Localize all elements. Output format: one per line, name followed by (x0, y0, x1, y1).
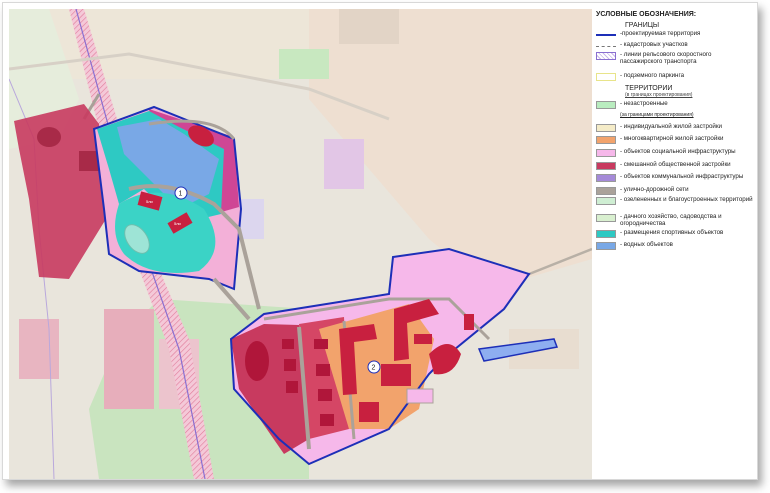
building (316, 364, 330, 376)
legend-label: - озелененных и благоустроенных территор… (620, 196, 753, 203)
legend-item-territory: - размещения спортивных объектов (596, 229, 754, 238)
building (414, 334, 432, 344)
territories-subheading: (в границах проектирования) (625, 92, 693, 98)
building (282, 339, 294, 349)
building (320, 414, 334, 426)
legend-swatch (596, 197, 616, 205)
legend-swatch (596, 124, 616, 132)
legend-swatch (596, 174, 616, 182)
area-marker-1[interactable]: 1 (174, 186, 188, 200)
building (464, 314, 474, 330)
building (314, 339, 328, 349)
legend-title: УСЛОВНЫЕ ОБОЗНАЧЕНИЯ: (596, 11, 697, 18)
legend-label: - улично-дорожной сети (620, 186, 689, 193)
legend-item-territory: - индивидуальной жилой застройки (596, 123, 754, 132)
legend-item-territory: (за границами проектирования) (596, 112, 754, 121)
building (245, 341, 269, 381)
legend-swatch (596, 136, 616, 144)
building (318, 389, 332, 401)
legend-label: - смешанной общественной застройки (620, 161, 731, 168)
map-frame: 5ли 5ли 1 2 УСЛОВНЫЕ ОБОЗНАЧЕНИЯ: ГРАНИЦ… (2, 2, 758, 480)
building (359, 402, 379, 422)
legend-item-territory: - дачного хозяйство, садоводства и огоро… (596, 213, 754, 227)
legend-swatch (596, 52, 616, 60)
legend-label: - дачного хозяйство, садоводства и огоро… (620, 213, 722, 227)
legend-item-territory: - водных объектов (596, 241, 754, 250)
basemap-block (279, 49, 329, 79)
legend-item-territory: - смешанной общественной застройки (596, 161, 754, 170)
legend-item-territory: - незастроенные (596, 100, 754, 109)
legend-swatch (596, 101, 616, 109)
svg-text:1: 1 (179, 191, 183, 198)
legend-label: - многоквартирной жилой застройки (620, 135, 724, 142)
area-marker-2[interactable]: 2 (367, 360, 381, 374)
legend-swatch (596, 242, 616, 250)
legend-item-parking: - подземного паркинга (596, 72, 754, 81)
legend-label: - незастроенные (620, 100, 668, 107)
legend-swatch (596, 46, 616, 47)
legend-item-rail: - линии рельсового скоростного пассажирс… (596, 51, 754, 65)
legend-swatch (596, 34, 616, 36)
legend-label: - индивидуальной жилой застройки (620, 123, 723, 130)
legend-label: - объектов социальной инфраструктуры (620, 148, 736, 155)
legend-item-territory: - улично-дорожной сети (596, 186, 754, 195)
legend-swatch (596, 187, 616, 195)
legend-label: - объектов коммунальной инфраструктуры (620, 173, 744, 180)
legend-item-project-boundary: -проектируемая территория (596, 30, 754, 38)
building (406, 388, 434, 404)
legend-swatch (596, 162, 616, 170)
legend-label: - размещения спортивных объектов (620, 229, 724, 236)
basemap-block (104, 309, 154, 409)
basemap-block (324, 139, 364, 189)
boundaries-heading: ГРАНИЦЫ (625, 22, 660, 29)
legend-item-cadastral: - кадастровых участков (596, 41, 754, 49)
legend-item-territory: - объектов коммунальной инфраструктуры (596, 173, 754, 182)
building (286, 381, 298, 393)
basemap-block (339, 9, 399, 44)
legend-label: (за границами проектирования) (620, 112, 694, 118)
map-legend: УСЛОВНЫЕ ОБОЗНАЧЕНИЯ: ГРАНИЦЫ -проектиру… (593, 9, 757, 479)
legend-swatch (596, 73, 616, 81)
legend-item-territory: - объектов социальной инфраструктуры (596, 148, 754, 157)
planning-map: 5ли 5ли 1 2 (9, 9, 592, 479)
legend-swatch (596, 149, 616, 157)
legend-label: - водных объектов (620, 241, 673, 248)
legend-swatch (596, 214, 616, 222)
svg-text:5ли: 5ли (146, 199, 153, 204)
svg-text:5ли: 5ли (174, 221, 181, 226)
building (284, 359, 296, 371)
basemap-block (19, 319, 59, 379)
building (37, 127, 61, 147)
map-canvas: 5ли 5ли 1 2 (9, 9, 592, 479)
legend-item-territory: - многоквартирной жилой застройки (596, 135, 754, 144)
svg-text:2: 2 (372, 365, 376, 372)
building (381, 364, 411, 386)
legend-swatch (596, 230, 616, 238)
legend-item-territory: - озелененных и благоустроенных территор… (596, 196, 754, 205)
